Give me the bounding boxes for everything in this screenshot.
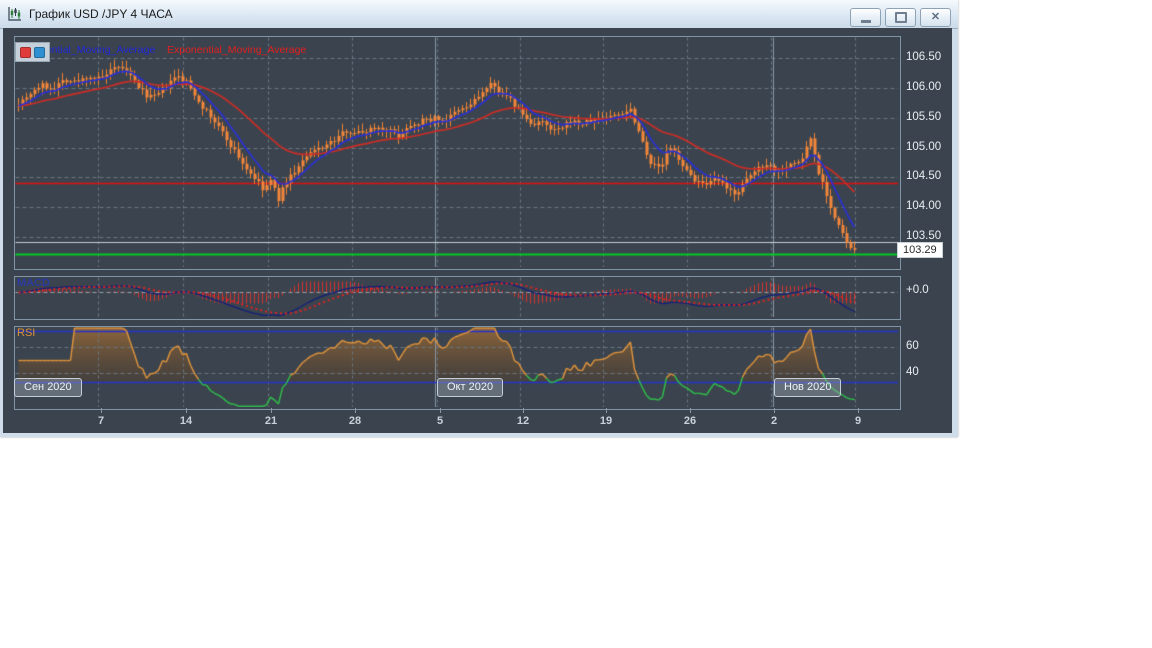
- x-axis-label: 9: [854, 415, 862, 427]
- minimize-icon: [860, 19, 871, 23]
- x-axis-tick: [186, 408, 187, 413]
- ema-fast-toggle-button[interactable]: [34, 46, 45, 58]
- x-axis-tick: [523, 408, 524, 413]
- close-icon: ✕: [930, 11, 941, 23]
- price-axis-label: 104.50: [906, 170, 942, 183]
- candlestick-chart-icon: [8, 7, 21, 21]
- window-controls: ✕: [850, 8, 951, 27]
- macd-label: MACD: [17, 277, 50, 289]
- macd-panel: MACD: [14, 276, 901, 320]
- month-label-chip: Сен 2020: [14, 378, 82, 397]
- x-axis-label: 21: [264, 415, 278, 427]
- price-axis-label: 106.00: [906, 80, 942, 93]
- current-price-tag: 103.29: [897, 242, 943, 258]
- price-chart-canvas[interactable]: [15, 37, 898, 267]
- maximize-icon: [894, 12, 907, 23]
- x-axis-label: 5: [436, 415, 444, 427]
- x-axis-label: 28: [348, 415, 362, 427]
- rsi-axis-label: 40: [906, 365, 919, 378]
- x-axis-tick: [774, 408, 775, 413]
- minimize-button[interactable]: [850, 8, 881, 27]
- month-label-chip: Нов 2020: [774, 378, 842, 397]
- macd-chart-canvas[interactable]: [15, 277, 898, 317]
- x-axis-tick: [690, 408, 691, 413]
- titlebar[interactable]: График USD /JPY 4 ЧАСА ✕: [0, 0, 958, 29]
- rsi-panel: RSI: [14, 326, 901, 410]
- macd-zero-label: +0.0: [906, 284, 929, 296]
- x-axis-label: 26: [683, 415, 697, 427]
- x-axis-label: 14: [179, 415, 193, 427]
- x-axis-label: 2: [770, 415, 778, 427]
- rsi-label: RSI: [17, 327, 36, 339]
- ema-slow-legend-label: Exponential_Moving_Average: [167, 44, 307, 56]
- x-axis-label: 12: [516, 415, 530, 427]
- x-axis-label: 7: [97, 415, 105, 427]
- x-axis-tick: [606, 408, 607, 413]
- x-axis-tick: [101, 408, 102, 413]
- rsi-axis-label: 60: [906, 340, 919, 353]
- chart-window: График USD /JPY 4 ЧАСА ✕ Exponential_Mov…: [0, 0, 958, 437]
- x-axis-label: 19: [599, 415, 613, 427]
- ema-slow-toggle-button[interactable]: [20, 46, 31, 58]
- price-axis-label: 105.50: [906, 110, 942, 123]
- price-axis-label: 103.50: [906, 230, 942, 243]
- window-title: График USD /JPY 4 ЧАСА: [29, 7, 173, 21]
- chart-content: Exponential_Moving_Average Exponential_M…: [3, 28, 952, 433]
- x-axis-tick: [355, 408, 356, 413]
- price-axis-label: 106.50: [906, 50, 942, 63]
- close-button[interactable]: ✕: [920, 8, 951, 27]
- price-axis-label: 104.00: [906, 200, 942, 213]
- price-panel: Exponential_Moving_Average Exponential_M…: [14, 36, 901, 270]
- x-axis-tick: [440, 408, 441, 413]
- price-axis-label: 105.00: [906, 140, 942, 153]
- x-axis-tick: [858, 408, 859, 413]
- indicator-toggle-box: [15, 42, 50, 62]
- x-axis-tick: [271, 408, 272, 413]
- month-label-chip: Окт 2020: [437, 378, 504, 397]
- maximize-button[interactable]: [885, 8, 916, 27]
